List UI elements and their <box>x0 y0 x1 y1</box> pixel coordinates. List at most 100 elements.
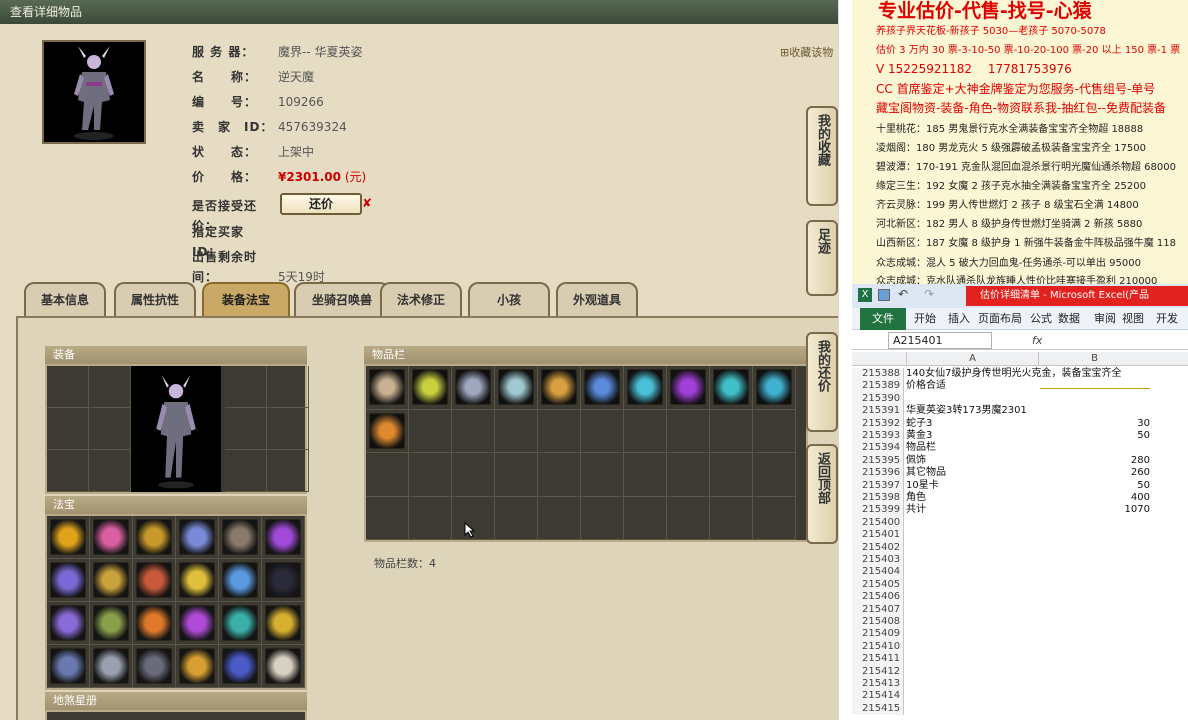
equipment-slot[interactable] <box>89 450 131 492</box>
cell-a[interactable]: 佩饰 <box>906 455 1038 467</box>
row-number[interactable]: 215404 <box>852 566 904 579</box>
row-number[interactable]: 215397 <box>852 479 904 492</box>
name-box[interactable]: A215401 <box>888 332 992 349</box>
cell-a[interactable]: 10星卡 <box>906 480 1038 492</box>
inventory-slot[interactable] <box>409 409 452 453</box>
inventory-slot[interactable] <box>495 496 538 540</box>
row-number[interactable]: 215412 <box>852 665 904 678</box>
cell-b[interactable]: 50 <box>1038 430 1150 442</box>
tab-mounts-summons[interactable]: 坐骑召唤兽 <box>294 282 390 316</box>
inventory-slot[interactable] <box>366 453 409 497</box>
inventory-slot[interactable] <box>667 366 710 410</box>
row-number[interactable]: 215406 <box>852 591 904 604</box>
equipment-slot[interactable] <box>89 408 131 450</box>
treasure-slot[interactable] <box>219 602 262 645</box>
cell-a[interactable]: 华夏英姿3转173男魔2301 <box>906 405 1038 417</box>
row-number[interactable]: 215388 <box>852 368 904 381</box>
treasure-slot[interactable] <box>219 645 262 688</box>
inventory-slot[interactable] <box>538 409 581 453</box>
row-number[interactable]: 215402 <box>852 541 904 554</box>
treasure-slot[interactable] <box>47 559 90 602</box>
ribbon-tab[interactable]: 插入 <box>948 308 970 330</box>
save-icon[interactable] <box>878 289 890 301</box>
inventory-slot[interactable] <box>409 496 452 540</box>
cell-a[interactable]: 物品栏 <box>906 442 1038 454</box>
inventory-slot[interactable] <box>452 366 495 410</box>
cell-b[interactable]: 280 <box>1038 455 1150 467</box>
equipment-slot[interactable] <box>225 450 267 492</box>
inventory-slot[interactable] <box>538 496 581 540</box>
tab-equipment[interactable]: 装备法宝 <box>202 282 290 316</box>
inventory-slot[interactable] <box>366 409 409 453</box>
treasure-slot[interactable] <box>133 602 176 645</box>
treasure-slot[interactable] <box>133 516 176 559</box>
favorite-link[interactable]: ⊞收藏该物 <box>780 44 833 60</box>
inventory-slot[interactable] <box>753 366 796 410</box>
inventory-slot[interactable] <box>624 366 667 410</box>
inventory-slot[interactable] <box>581 409 624 453</box>
cell-a[interactable]: 140女仙7级护身传世明光火克金，装备宝宝齐全 <box>906 368 1121 380</box>
cell-a[interactable]: 蛇子3 <box>906 418 1038 430</box>
redo-icon[interactable]: ↷ <box>924 287 934 301</box>
column-header-b[interactable]: B <box>1038 352 1150 366</box>
my-favorites-button[interactable]: 我的收藏 <box>806 106 838 206</box>
inventory-slot[interactable] <box>452 409 495 453</box>
ribbon-tab[interactable]: 页面布局 <box>978 308 1022 330</box>
row-number[interactable]: 215400 <box>852 516 904 530</box>
cell-b[interactable]: 50 <box>1038 480 1150 492</box>
row-number[interactable]: 215396 <box>852 467 904 480</box>
ribbon-tab-file[interactable]: 文件 <box>860 308 906 330</box>
row-number[interactable]: 215398 <box>852 492 904 505</box>
tab-children[interactable]: 小孩 <box>468 282 550 316</box>
footprints-button[interactable]: 足迹 <box>806 220 838 296</box>
treasure-slot[interactable] <box>176 602 219 645</box>
equipment-slot[interactable] <box>47 450 89 492</box>
inventory-slot[interactable] <box>581 366 624 410</box>
ribbon-tab[interactable]: 数据 <box>1058 308 1080 330</box>
inventory-slot[interactable] <box>667 496 710 540</box>
ribbon-tab[interactable]: 公式 <box>1030 308 1052 330</box>
treasure-slot[interactable] <box>133 645 176 688</box>
inventory-slot[interactable] <box>710 496 753 540</box>
inventory-slot[interactable] <box>667 453 710 497</box>
inventory-slot[interactable] <box>452 453 495 497</box>
treasure-slot[interactable] <box>176 559 219 602</box>
cell-b[interactable]: 260 <box>1038 467 1150 479</box>
equipment-slot[interactable] <box>225 408 267 450</box>
inventory-slot[interactable] <box>366 496 409 540</box>
cell-a[interactable]: 其它物品 <box>906 467 1038 479</box>
undo-icon[interactable]: ↶ <box>898 287 908 301</box>
equipment-slot[interactable] <box>267 450 309 492</box>
tab-spell-correction[interactable]: 法术修正 <box>380 282 462 316</box>
inventory-slot[interactable] <box>667 409 710 453</box>
inventory-slot[interactable] <box>624 409 667 453</box>
treasure-slot[interactable] <box>90 602 133 645</box>
treasure-slot[interactable] <box>262 516 305 559</box>
equipment-slot[interactable] <box>267 408 309 450</box>
inventory-slot[interactable] <box>753 409 796 453</box>
treasure-slot[interactable] <box>47 516 90 559</box>
treasure-slot[interactable] <box>47 645 90 688</box>
row-number[interactable]: 215401 <box>852 529 904 542</box>
inventory-slot[interactable] <box>624 496 667 540</box>
equipment-slot[interactable] <box>267 366 309 408</box>
column-header-a[interactable]: A <box>906 352 1038 366</box>
ribbon-tab[interactable]: 开始 <box>914 308 936 330</box>
cell-b[interactable]: 30 <box>1038 418 1150 430</box>
row-number[interactable]: 215415 <box>852 702 904 716</box>
inventory-slot[interactable] <box>710 453 753 497</box>
treasure-slot[interactable] <box>219 559 262 602</box>
inventory-slot[interactable] <box>495 453 538 497</box>
ribbon-tab[interactable]: 审阅 <box>1094 308 1116 330</box>
row-number[interactable]: 215395 <box>852 454 904 468</box>
row-number[interactable]: 215392 <box>852 417 904 430</box>
treasure-slot[interactable] <box>219 516 262 559</box>
row-number[interactable]: 215390 <box>852 392 904 406</box>
inventory-slot[interactable] <box>409 453 452 497</box>
row-number[interactable]: 215399 <box>852 504 904 517</box>
treasure-slot[interactable] <box>90 516 133 559</box>
my-counter-offers-button[interactable]: 我的还价 <box>806 332 838 432</box>
treasure-slot[interactable] <box>47 602 90 645</box>
inventory-slot[interactable] <box>495 409 538 453</box>
counter-offer-button[interactable]: 还价 <box>280 193 362 215</box>
